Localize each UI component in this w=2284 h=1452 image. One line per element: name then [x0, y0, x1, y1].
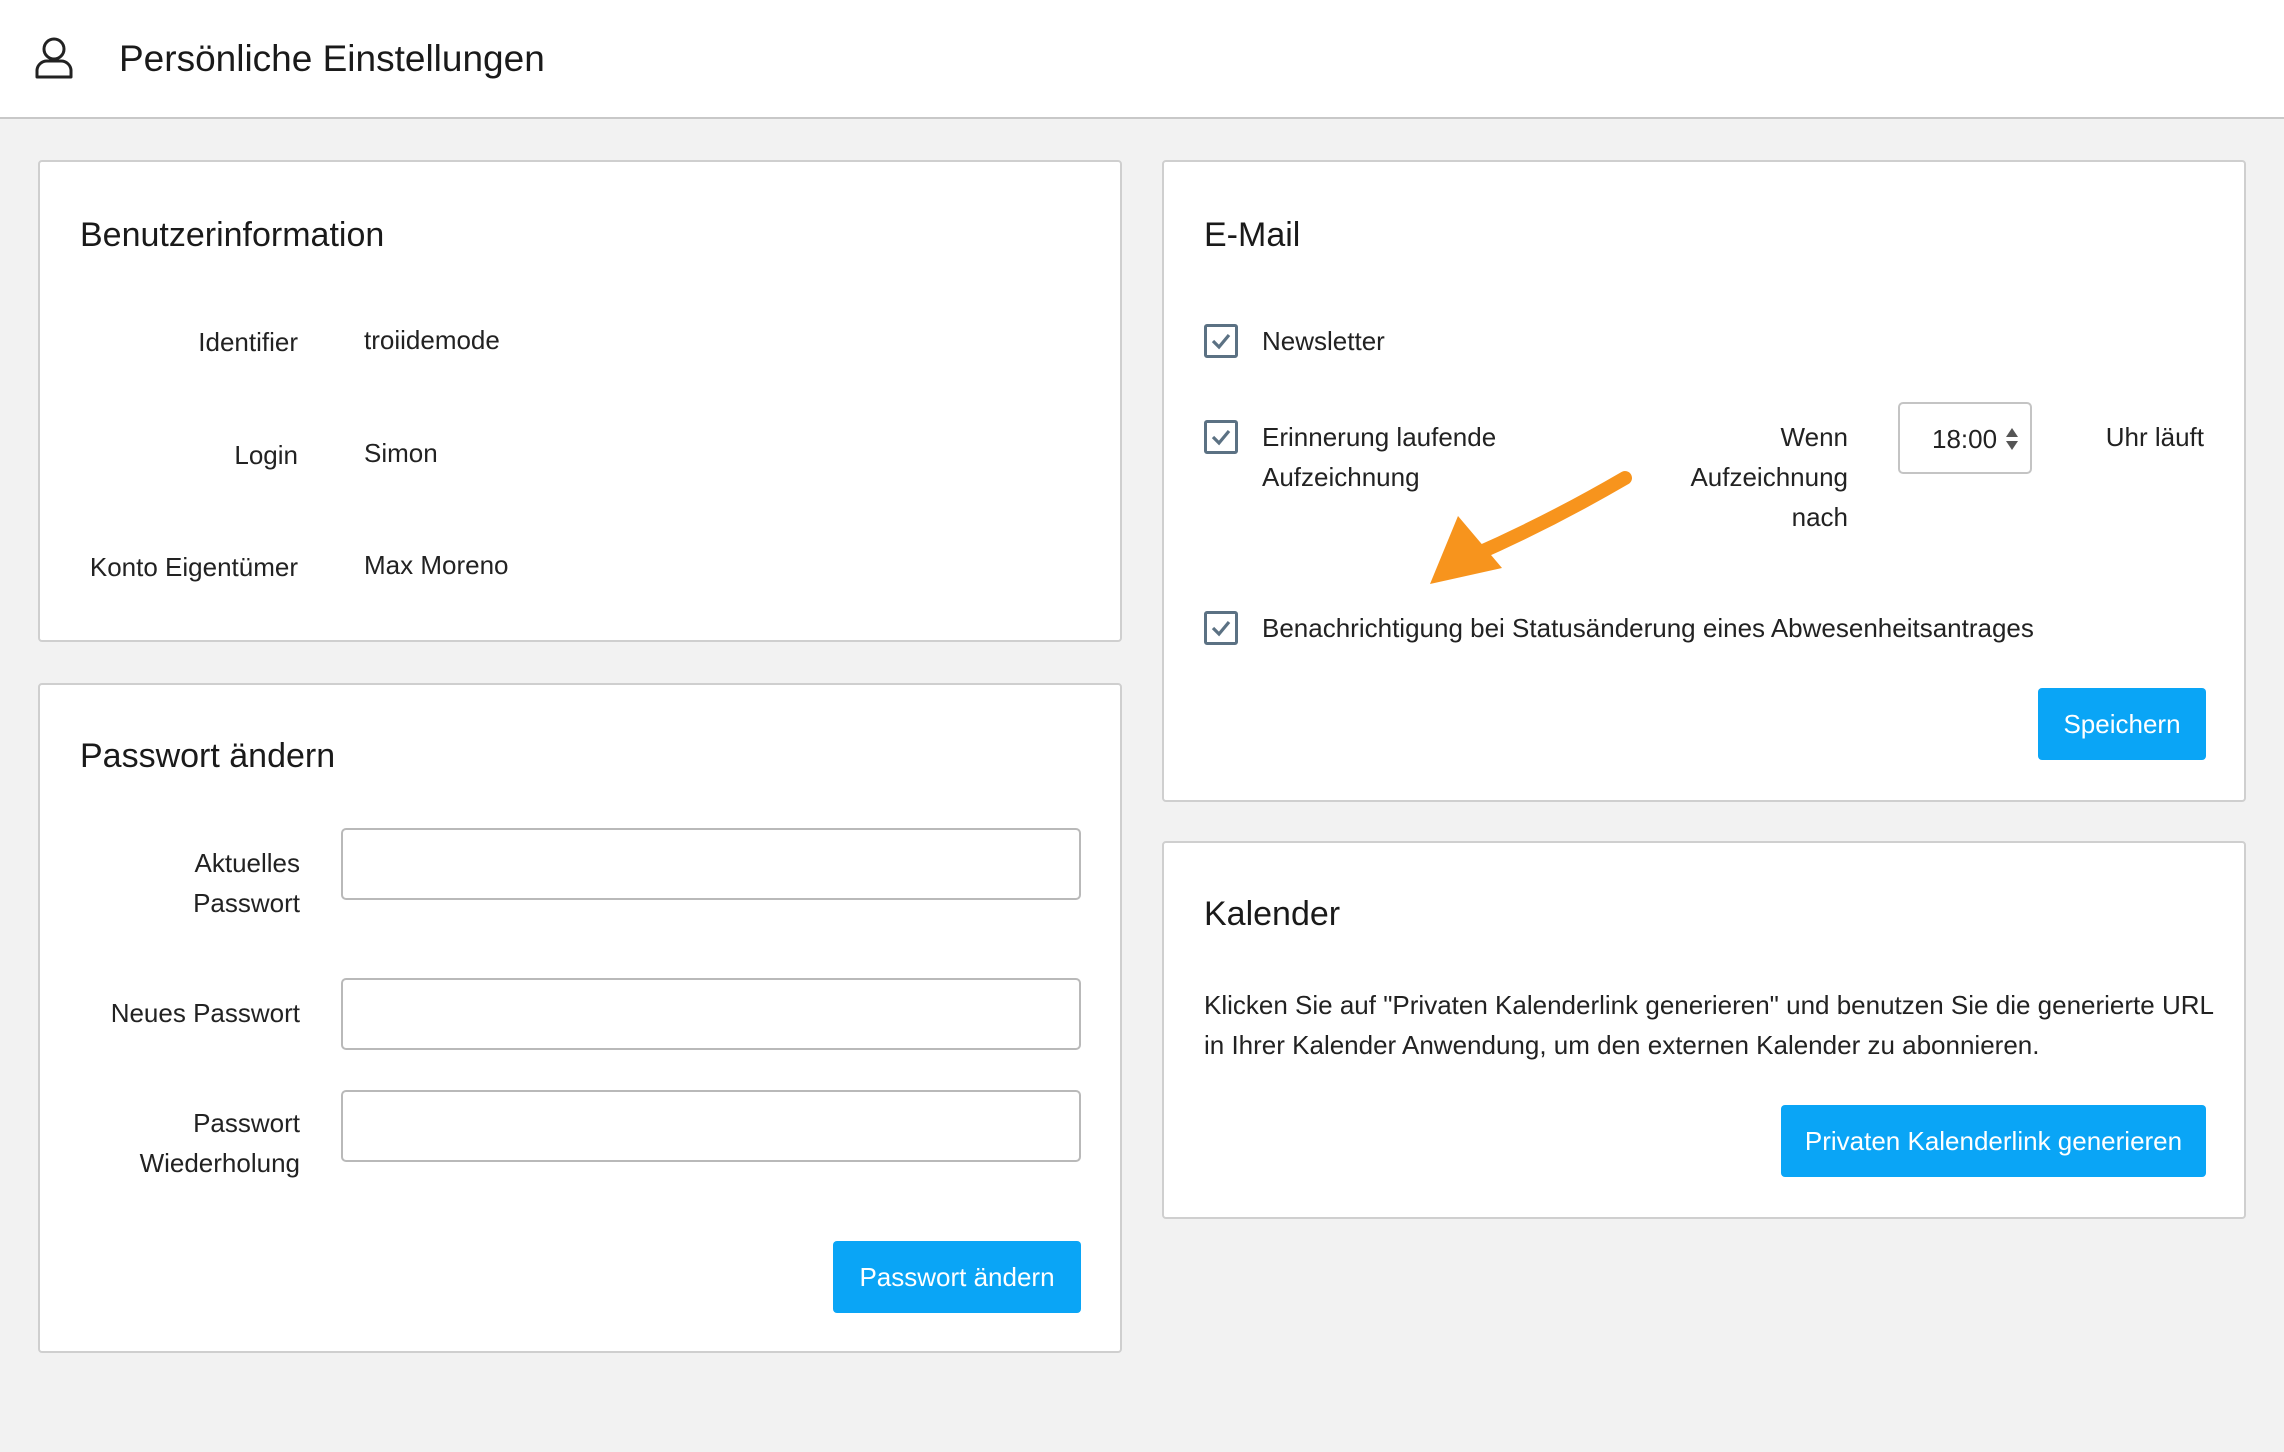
reminder-time-input[interactable]: 18:00: [1898, 402, 2032, 474]
spinner-icon[interactable]: [2004, 426, 2020, 452]
current-password-input[interactable]: [341, 828, 1081, 900]
info-row-identifier: Identifier troiidemode: [40, 322, 1120, 362]
identifier-value: troiidemode: [364, 325, 500, 355]
calendar-description: Klicken Sie auf "Privaten Kalenderlink g…: [1204, 985, 2214, 1065]
when-line3: nach: [1791, 502, 1848, 532]
calendar-text-line1: Klicken Sie auf "Privaten Kalenderlink g…: [1204, 990, 2214, 1020]
generate-calendar-link-button[interactable]: Privaten Kalenderlink generieren: [1781, 1105, 2206, 1177]
reminder-label-line1: Erinnerung laufende: [1262, 422, 1497, 452]
calendar-text-line2: in Ihrer Kalender Anwendung, um den exte…: [1204, 1030, 2040, 1060]
change-password-button[interactable]: Passwort ändern: [833, 1241, 1081, 1313]
current-password-label-line2: Passwort: [193, 888, 300, 918]
page-title: Persönliche Einstellungen: [119, 38, 545, 79]
repeat-password-label: Passwort Wiederholung: [140, 1103, 300, 1183]
repeat-password-input[interactable]: [341, 1090, 1081, 1162]
check-icon: [1211, 333, 1231, 350]
owner-value: Max Moreno: [364, 550, 509, 580]
when-line1: Wenn: [1780, 422, 1848, 452]
top-bar: Persönliche Einstellungen: [0, 0, 2284, 119]
password-card: Passwort ändern Aktuelles Passwort Neues…: [38, 683, 1122, 1353]
reminder-suffix: Uhr läuft: [2105, 422, 2204, 452]
calendar-card: Kalender Klicken Sie auf "Privaten Kalen…: [1162, 841, 2246, 1219]
current-password-label: Aktuelles Passwort: [193, 843, 300, 923]
email-title: E-Mail: [1204, 216, 1301, 254]
when-line2: Aufzeichnung: [1690, 462, 1848, 492]
annotation-arrow-icon: [1430, 471, 1632, 584]
time-value: 18:00: [1932, 424, 1998, 454]
calendar-title: Kalender: [1204, 895, 1341, 933]
absence-label: Benachrichtigung bei Statusänderung eine…: [1262, 613, 2034, 643]
newsletter-label: Newsletter: [1262, 326, 1385, 356]
user-info-card: Benutzerinformation Identifier troiidemo…: [38, 160, 1122, 642]
new-password-input[interactable]: [341, 978, 1081, 1050]
absence-checkbox[interactable]: [1204, 611, 1238, 645]
login-label: Login: [234, 440, 298, 470]
new-password-label: Neues Passwort: [110, 998, 300, 1028]
repeat-password-label-line1: Passwort: [193, 1108, 300, 1138]
owner-label: Konto Eigentümer: [89, 552, 298, 582]
check-icon: [1211, 620, 1231, 637]
newsletter-checkbox[interactable]: [1204, 324, 1238, 358]
reminder-when-label: Wenn Aufzeichnung nach: [1690, 417, 1848, 537]
current-password-label-line1: Aktuelles: [194, 848, 301, 878]
info-row-owner: Konto Eigentümer Max Moreno: [40, 547, 1120, 587]
identifier-label: Identifier: [198, 327, 298, 357]
user-info-title: Benutzerinformation: [80, 216, 385, 254]
user-icon: [34, 36, 74, 80]
password-title: Passwort ändern: [80, 737, 336, 775]
repeat-password-label-line2: Wiederholung: [139, 1148, 300, 1178]
check-icon: [1211, 429, 1231, 446]
email-card: E-Mail Newsletter Erinnerung laufende Au…: [1162, 160, 2246, 802]
login-value: Simon: [364, 438, 438, 468]
save-button[interactable]: Speichern: [2038, 688, 2206, 760]
info-row-login: Login Simon: [40, 435, 1120, 475]
reminder-checkbox[interactable]: [1204, 420, 1238, 454]
